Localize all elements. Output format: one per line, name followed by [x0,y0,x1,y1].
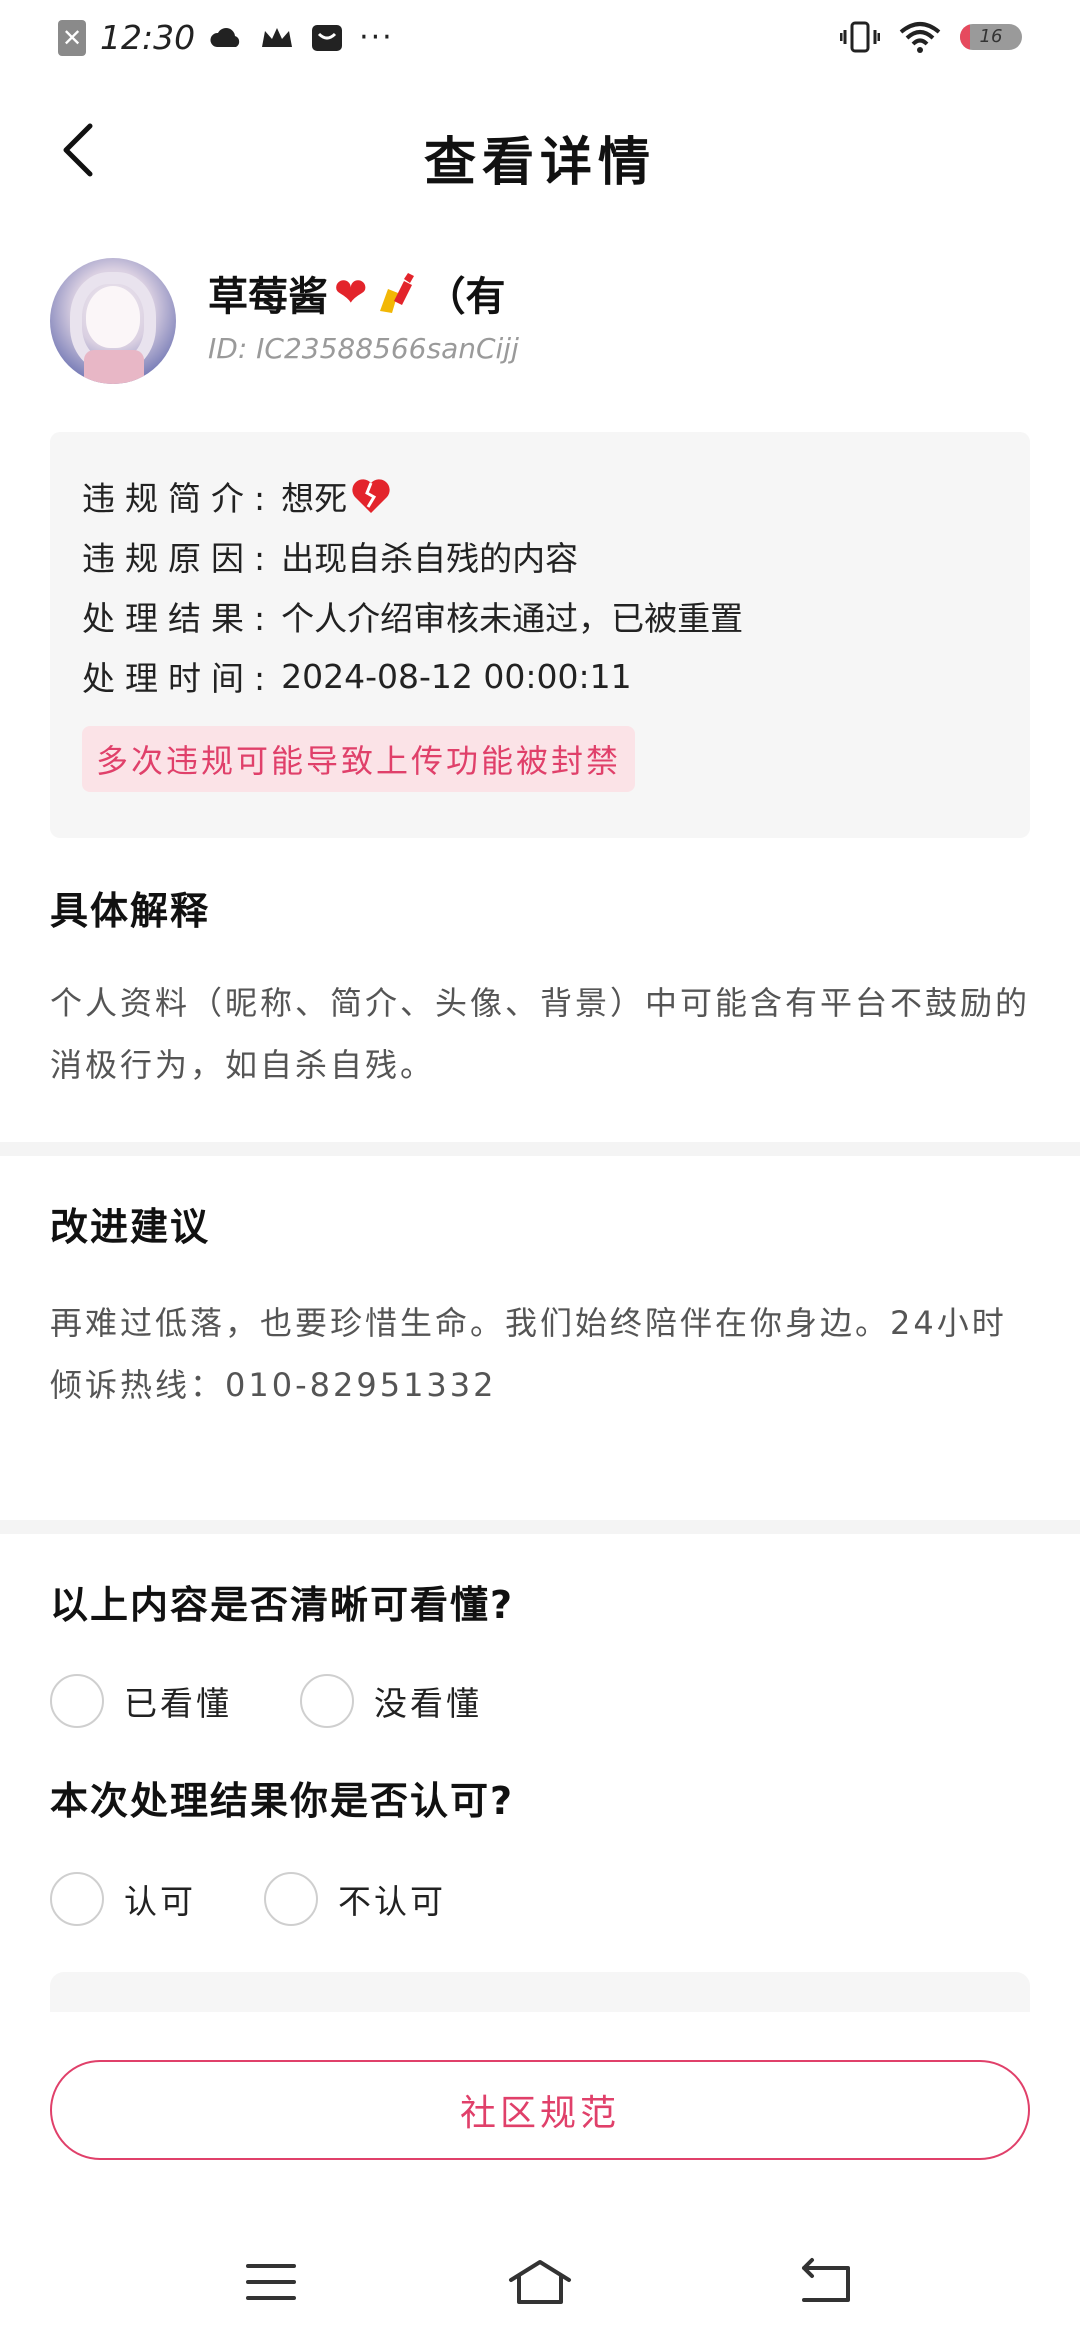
system-nav-bar [0,2230,1080,2340]
back-nav-button[interactable] [790,2252,860,2312]
battery-icon: 16 [960,24,1022,50]
avatar[interactable] [50,258,176,384]
question-understood: 以上内容是否清晰可看懂? [50,1583,515,1627]
explanation-title: 具体解释 [50,889,211,933]
suggestion-body: 再难过低落，也要珍惜生命。我们始终陪伴在你身边。24小时倾诉热线：010-829… [50,1304,1007,1404]
suggestion-title: 改进建议 [50,1205,211,1249]
battery-level: 16 [979,26,1003,47]
radio-label: 不认可 [338,1882,446,1921]
status-bar: ✕ 12:30 ··· 16 [0,0,1080,80]
wifi-icon [899,22,941,53]
broken-heart-icon [352,479,390,513]
status-right: 16 [840,20,1022,54]
agree-radio-group: 认可 不认可 [50,1872,514,1926]
question-agree: 本次处理结果你是否认可? [50,1779,515,1823]
vibrate-icon [840,21,880,53]
violation-reason-row: 违规原因: 出现自杀自残的内容 [82,532,578,580]
warning-tag: 多次违规可能导致上传功能被封禁 [82,726,636,792]
handling-result-row: 处理结果: 个人介绍审核未通过，已被重置 [82,592,743,640]
violation-card: 违规简介: 想死 违规原因: 出现自杀自残的内容 处理结果: 个人介绍审核未通过… [50,432,1030,838]
section-divider [0,1142,1080,1156]
return-icon [802,2258,850,2302]
more-icon: ··· [359,20,394,55]
violation-summary-row: 违规简介: 想死 [82,472,391,520]
radio-label: 没看懂 [374,1684,482,1723]
nickname-text: 草莓酱 [208,274,328,320]
radio-label: 认可 [124,1882,196,1921]
menu-button[interactable] [236,2252,306,2312]
cloud-icon [210,27,240,47]
crown-icon [262,27,293,47]
user-id: ID: IC23588566sanCijj [208,332,519,365]
home-button[interactable] [505,2252,575,2312]
radio-label: 已看懂 [124,1684,232,1723]
violation-reason-value: 出现自杀自残的内容 [281,539,579,578]
radio-circle[interactable] [50,1674,104,1728]
understood-radio-group: 已看懂 没看懂 [50,1674,550,1728]
radio-circle[interactable] [264,1872,318,1926]
radio-not-understood[interactable]: 没看懂 [300,1674,482,1728]
status-left: ✕ 12:30 ··· [58,18,394,57]
handling-result-value: 个人介绍审核未通过，已被重置 [281,599,744,638]
page-title: 查看详情 [423,133,656,193]
section-divider [0,1520,1080,1534]
radio-circle[interactable] [50,1872,104,1926]
handling-result-label: 处理结果: [82,599,276,638]
handling-time-label: 处理时间: [82,659,276,698]
heart-icon: ❤ [334,270,368,316]
radio-disagree[interactable]: 不认可 [264,1872,446,1926]
close-notification-icon: ✕ [58,19,86,56]
user-profile: 草莓酱 ❤ （有 ID: IC23588566sanCijj [50,258,1030,388]
violation-reason-label: 违规原因: [82,539,276,578]
radio-agree[interactable]: 认可 [50,1872,196,1926]
radio-understood[interactable]: 已看懂 [50,1674,232,1728]
nail-polish-icon [379,273,414,313]
menu-icon [246,2264,296,2300]
nickname-suffix: （有 [425,274,506,320]
radio-circle[interactable] [300,1674,354,1728]
status-time: 12:30 [100,18,196,57]
community-rules-button[interactable]: 社区规范 [50,2060,1030,2160]
home-icon [509,2260,571,2304]
violation-summary-label: 违规简介: [82,479,276,518]
handling-time-value: 2024-08-12 00:00:11 [281,656,632,696]
feedback-input-area[interactable] [50,1972,1030,2012]
user-nickname: 草莓酱 ❤ （有 [208,264,506,322]
top-bar: 查看详情 [0,100,1080,200]
violation-summary-value: 想死 [281,479,348,518]
handling-time-row: 处理时间: 2024-08-12 00:00:11 [82,652,632,700]
message-icon [312,24,343,51]
explanation-body: 个人资料（昵称、简介、头像、背景）中可能含有平台不鼓励的消极行为，如自杀自残。 [50,984,1031,1084]
